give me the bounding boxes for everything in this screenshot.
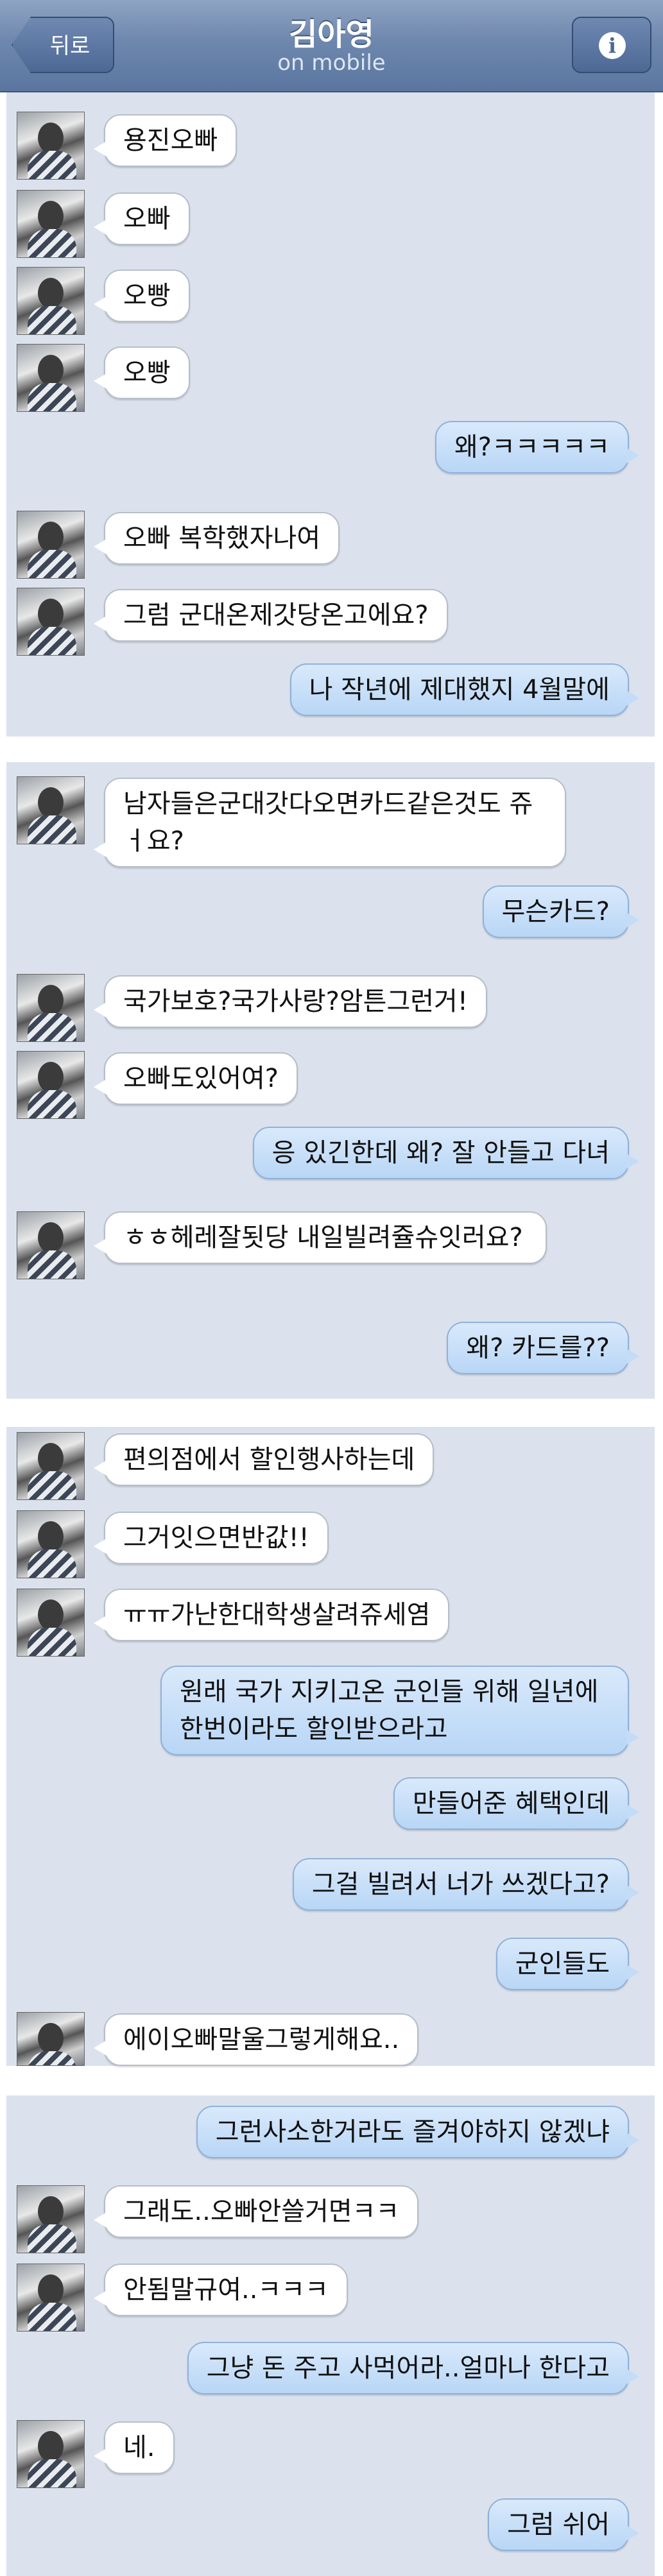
message-bubble-incoming: 오빠 <box>94 192 190 245</box>
avatar <box>17 2264 85 2332</box>
avatar <box>17 2420 85 2488</box>
message-bubble-incoming: 오빵 <box>94 346 190 399</box>
navigation-bar: 뒤로 김아영 on mobile i <box>0 0 663 92</box>
message-bubble-outgoing: 왜? 카드를?? <box>447 1322 639 1374</box>
message-bubble-incoming: 네. <box>94 2421 175 2474</box>
chat-panel-1: 용진오빠 오빠 오빵 오빵 왜?ㅋㅋㅋㅋㅋ 오빠 복학했자나여 그럼 군대온제갓… <box>6 92 655 737</box>
message-bubble-outgoing: 그런사소한거라도 즐겨야하지 않겠냐 <box>196 2106 640 2158</box>
message-bubble-outgoing: 그럼 쉬어 <box>488 2498 639 2551</box>
message-bubble-outgoing: 만들어준 혜택인데 <box>393 1777 640 1830</box>
message-bubble-outgoing: 원래 국가 지키고온 군인들 위해 일년에 한번이라도 할인받으라고 <box>160 1666 639 1755</box>
chat-panel-2: 남자들은군대갓다오면카드같은것도 쥬ㅓ요? 무슨카드? 국가보호?국가사랑?암튼… <box>6 762 655 1399</box>
avatar <box>17 1589 85 1657</box>
message-bubble-outgoing: 그걸 빌려서 너가 쓰겠다고? <box>292 1858 640 1911</box>
message-bubble-outgoing: 응 있긴한데 왜? 잘 안들고 다녀 <box>252 1127 640 1179</box>
message-bubble-outgoing: 왜?ㅋㅋㅋㅋㅋ <box>435 421 640 473</box>
message-bubble-incoming: ㅠㅠ가난한대학생살려쥬세염 <box>93 1589 450 1641</box>
message-bubble-incoming: 용진오빠 <box>93 114 237 167</box>
avatar <box>17 776 85 844</box>
avatar <box>17 588 85 656</box>
message-bubble-incoming: 오빵 <box>94 269 190 322</box>
message-bubble-incoming: 국가보호?국가사랑?암튼그런거! <box>94 975 487 1028</box>
info-icon: i <box>599 32 626 59</box>
avatar <box>17 511 85 579</box>
chat-panel-3: 편의점에서 할인행사하는데 그거잇으면반값!! ㅠㅠ가난한대학생살려쥬세염 원래… <box>6 1427 655 2066</box>
message-bubble-incoming: 그래도..오빠안쓸거면ㅋㅋ <box>93 2185 419 2238</box>
avatar <box>17 344 85 412</box>
avatar <box>17 112 85 180</box>
message-bubble-incoming: 오빠 복학했자나여 <box>93 512 340 565</box>
message-bubble-outgoing: 군인들도 <box>495 1938 640 1990</box>
message-bubble-outgoing: 무슨카드? <box>482 885 640 938</box>
avatar <box>17 1051 85 1119</box>
avatar <box>17 1211 85 1279</box>
message-bubble-incoming: 오빠도있어여? <box>93 1052 298 1105</box>
message-bubble-incoming: 그거잇으면반값!! <box>94 1512 329 1564</box>
avatar <box>17 2012 85 2066</box>
avatar <box>17 974 85 1042</box>
info-button[interactable]: i <box>572 17 651 73</box>
avatar <box>17 1510 85 1578</box>
chat-panel-4: 그런사소한거라도 즐겨야하지 않겠냐 그래도..오빠안쓸거면ㅋㅋ 안됨말규여..… <box>6 2095 655 2576</box>
message-bubble-incoming: 남자들은군대갓다오면카드같은것도 쥬ㅓ요? <box>94 778 566 867</box>
message-bubble-incoming: 에이오빠말울그렇게해요.. <box>93 2013 419 2066</box>
message-bubble-outgoing: 나 작년에 제대했지 4월말에 <box>289 663 640 716</box>
avatar <box>17 1432 85 1500</box>
avatar <box>17 267 85 335</box>
message-bubble-incoming: ㅎㅎ헤레잘됫당 내일빌려쥴슈잇러요? <box>94 1211 547 1264</box>
message-bubble-incoming: 안됨말규여..ㅋㅋㅋ <box>94 2264 348 2316</box>
contact-name: 김아영 <box>289 17 374 53</box>
avatar <box>17 2185 85 2253</box>
message-bubble-outgoing: 그냥 돈 주고 사먹어라..얼마나 한다고 <box>187 2342 640 2394</box>
avatar <box>17 190 85 258</box>
message-bubble-incoming: 편의점에서 할인행사하는데 <box>93 1433 435 1486</box>
message-bubble-incoming: 그럼 군대온제갓당온고에요? <box>94 589 448 642</box>
contact-status: on mobile <box>277 50 386 76</box>
